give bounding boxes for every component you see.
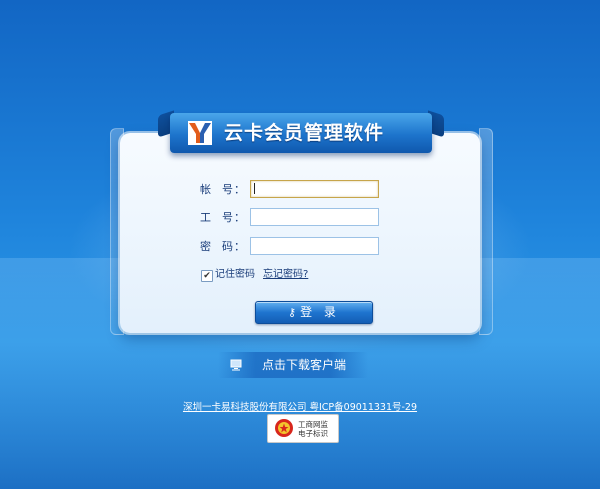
password-label-char1: 密 [200,240,211,253]
staff-label-char1: 工 [200,211,211,224]
login-button[interactable]: ⚷ 登 录 [255,301,373,324]
panel-glass-right [479,128,493,335]
yk-logo-icon [188,121,212,145]
badge-line-1: 工商网监 [298,420,328,429]
gov-seal-icon [275,419,293,437]
remember-checkbox[interactable]: ✔ [201,270,213,282]
account-input[interactable] [250,180,379,198]
text-caret [254,183,255,194]
login-button-label: 登 录 [300,305,340,319]
account-label-char2: 号 [222,183,233,196]
account-label-char1: 帐 [200,183,211,196]
computer-icon [230,359,242,371]
staff-colon: ： [234,211,245,224]
badge-line-2: 电子标识 [298,429,328,438]
key-icon: ⚷ [288,306,297,319]
gov-badge[interactable]: 工商网监 电子标识 [267,414,339,443]
forgot-password-link[interactable]: 忘记密码? [263,268,308,282]
password-colon: ： [234,240,245,253]
remember-password-label: 记住密码 [215,269,255,280]
staff-id-input[interactable] [250,208,379,226]
password-input[interactable] [250,237,379,255]
company-icp-link[interactable]: 深圳一卡易科技股份有限公司 粤ICP备09011331号-29 [0,399,600,413]
staff-label-char2: 号 [222,211,233,224]
password-label-char2: 码 [222,240,233,253]
app-title: 云卡会员管理软件 [224,122,385,144]
download-client-button[interactable]: 点击下载客户端 [218,352,368,378]
download-client-label: 点击下载客户端 [262,358,347,372]
account-colon: ： [234,183,245,196]
